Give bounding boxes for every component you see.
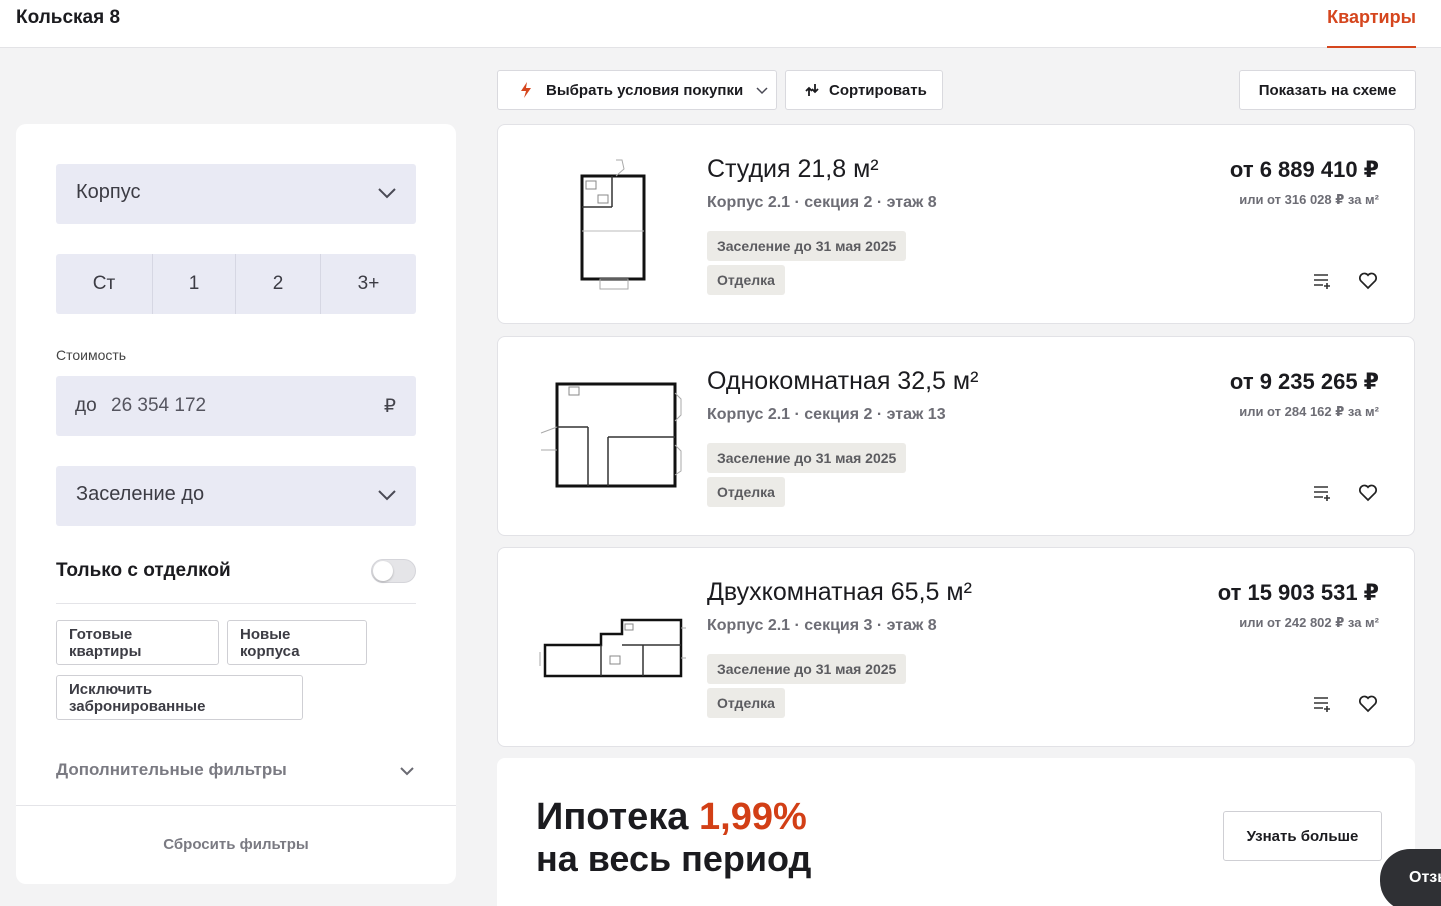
favorite-heart-icon[interactable] [1358, 483, 1378, 503]
mortgage-promo-banner: Ипотека 1,99% на весь период Узнать боль… [497, 758, 1415, 906]
building-select[interactable]: Корпус [56, 164, 416, 224]
room-option-2[interactable]: 2 [236, 254, 321, 314]
show-on-plan-button[interactable]: Показать на схеме [1239, 70, 1416, 110]
finish-only-toggle[interactable] [371, 559, 416, 583]
listing-price-per-m2: или от 316 028 ₽ за м² [1239, 192, 1379, 207]
listing-price-per-m2: или от 284 162 ₽ за м² [1239, 404, 1379, 419]
floor-plan-image [540, 382, 682, 488]
toggle-knob [373, 561, 393, 581]
listing-card[interactable]: Двухкомнатная 65,5 м² Корпус 2.1 · секци… [497, 547, 1415, 747]
rooms-segmented-control: Ст 1 2 3+ [56, 254, 416, 314]
promo-rate: 1,99% [699, 796, 807, 838]
compare-list-icon[interactable] [1312, 271, 1332, 291]
finish-tag: Отделка [707, 265, 785, 295]
favorite-heart-icon[interactable] [1358, 694, 1378, 714]
finish-tag: Отделка [707, 477, 785, 507]
chip-exclude-booked[interactable]: Исключить забронированные [56, 675, 303, 720]
listing-card[interactable]: Однокомнатная 32,5 м² Корпус 2.1 · секци… [497, 336, 1415, 536]
compare-list-icon[interactable] [1312, 483, 1332, 503]
feedback-tab[interactable]: Отзыв [1380, 849, 1441, 906]
chevron-down-icon [756, 87, 768, 95]
sort-label: Сортировать [829, 81, 927, 99]
listing-price-per-m2: или от 242 802 ₽ за м² [1239, 615, 1379, 630]
listing-title: Однокомнатная 32,5 м² [707, 367, 979, 395]
project-title: Кольская 8 [16, 7, 121, 28]
move-in-tag: Заселение до 31 мая 2025 [707, 443, 907, 473]
listing-meta: Корпус 2.1 · секция 2 · этаж 13 [707, 406, 946, 423]
more-filters-label: Дополнительные фильтры [56, 760, 287, 779]
floor-plan-image [580, 159, 646, 290]
chevron-down-icon [400, 767, 414, 776]
listing-price: от 9 235 265 ₽ [1229, 369, 1379, 394]
listing-card[interactable]: Студия 21,8 м² Корпус 2.1 · секция 2 · э… [497, 124, 1415, 324]
listing-price: от 6 889 410 ₽ [1229, 157, 1379, 182]
promo-headline: Ипотека 1,99% [536, 796, 807, 839]
move-in-select[interactable]: Заселение до [56, 466, 416, 526]
chevron-down-icon [378, 188, 396, 199]
chip-new-buildings[interactable]: Новые корпуса [227, 620, 367, 665]
learn-more-button[interactable]: Узнать больше [1223, 811, 1382, 861]
chip-ready-apartments[interactable]: Готовые квартиры [56, 620, 219, 665]
top-bar: Кольская 8 Квартиры [0, 0, 1441, 48]
purchase-terms-button[interactable]: Выбрать условия покупки [497, 70, 777, 110]
sort-button[interactable]: Сортировать [785, 70, 943, 110]
favorite-heart-icon[interactable] [1358, 271, 1378, 291]
reset-filters-button[interactable]: Сбросить фильтры [16, 836, 456, 853]
room-option-1[interactable]: 1 [153, 254, 236, 314]
finish-only-row: Только с отделкой [56, 554, 416, 604]
finish-only-label: Только с отделкой [56, 560, 231, 581]
chevron-down-icon [378, 490, 396, 501]
listing-title: Студия 21,8 м² [707, 155, 879, 183]
lightning-icon [521, 82, 531, 98]
listing-meta: Корпус 2.1 · секция 3 · этаж 8 [707, 617, 937, 634]
price-value[interactable]: 26 354 172 [111, 395, 206, 417]
nav-apartments-link[interactable]: Квартиры [1327, 7, 1416, 48]
more-filters-toggle[interactable]: Дополнительные фильтры [56, 760, 416, 780]
compare-list-icon[interactable] [1312, 694, 1332, 714]
promo-line1: Ипотека [536, 796, 689, 838]
price-max-input[interactable]: до 26 354 172 ₽ [56, 376, 416, 436]
room-option-studio[interactable]: Ст [56, 254, 153, 314]
promo-subline: на весь период [536, 838, 812, 879]
listing-meta: Корпус 2.1 · секция 2 · этаж 8 [707, 194, 937, 211]
divider [16, 805, 456, 806]
ruble-icon: ₽ [383, 396, 396, 417]
purchase-terms-label: Выбрать условия покупки [546, 81, 744, 99]
sort-icon [805, 84, 819, 96]
move-in-tag: Заселение до 31 мая 2025 [707, 231, 907, 261]
floor-plan-image [539, 618, 686, 678]
move-in-select-label: Заселение до [76, 483, 205, 505]
finish-tag: Отделка [707, 688, 785, 718]
filters-panel: Корпус Ст 1 2 3+ Стоимость до 26 354 172… [16, 124, 456, 884]
building-select-label: Корпус [76, 181, 141, 203]
price-prefix: до [75, 395, 97, 416]
price-label: Стоимость [56, 347, 127, 363]
move-in-tag: Заселение до 31 мая 2025 [707, 654, 907, 684]
room-option-3plus[interactable]: 3+ [321, 254, 416, 314]
listing-title: Двухкомнатная 65,5 м² [707, 578, 972, 606]
listing-price: от 15 903 531 ₽ [1217, 580, 1379, 605]
